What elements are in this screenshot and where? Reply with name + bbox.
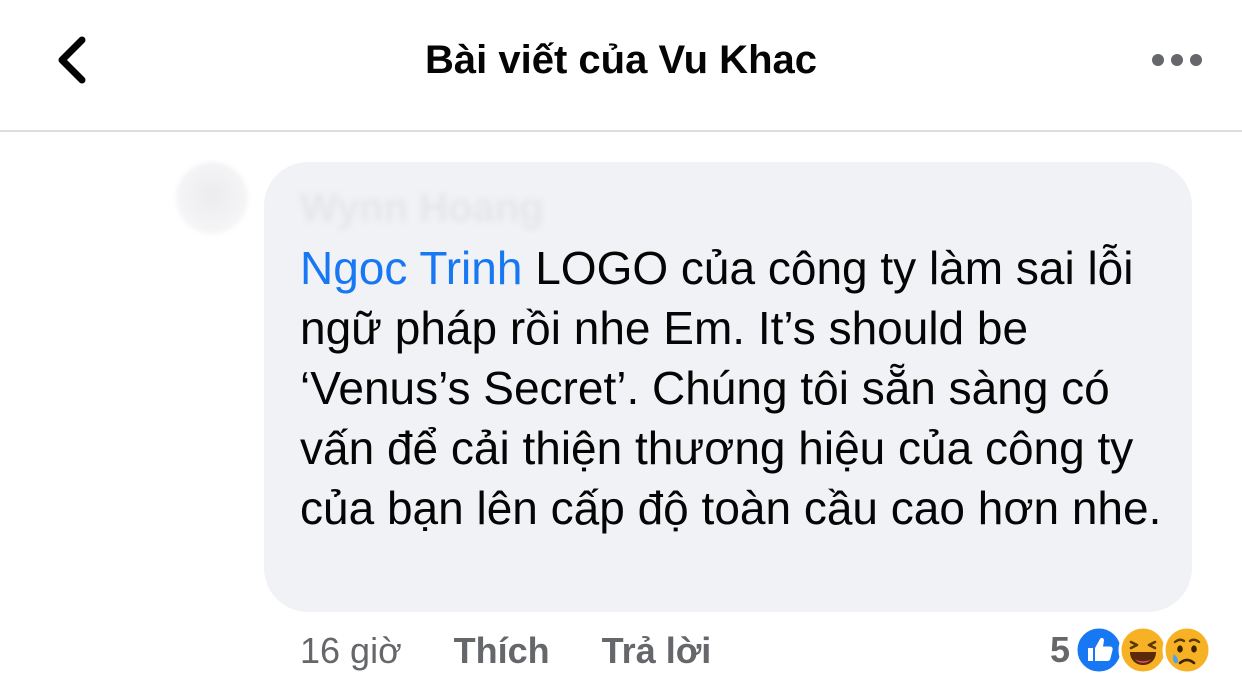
comment-author-name[interactable]: Wynn Hoang bbox=[300, 186, 544, 231]
comment-action-bar: 16 giờ Thích Trả lời bbox=[300, 626, 763, 676]
header-bar: Bài viết của Vu Khac bbox=[0, 0, 1242, 132]
comment-text: Ngoc Trinh LOGO của công ty làm sai lỗi … bbox=[300, 238, 1180, 538]
reply-button[interactable]: Trả lời bbox=[602, 630, 712, 672]
avatar[interactable] bbox=[176, 162, 248, 234]
reactions-summary[interactable]: 5 bbox=[1050, 622, 1212, 678]
sad-icon bbox=[1162, 625, 1212, 675]
haha-icon bbox=[1118, 625, 1168, 675]
comment-timestamp[interactable]: 16 giờ bbox=[300, 630, 402, 672]
more-horizontal-icon bbox=[1152, 54, 1202, 66]
more-options-button[interactable] bbox=[1142, 40, 1212, 80]
mention-link[interactable]: Ngoc Trinh bbox=[300, 242, 522, 294]
page-title: Bài viết của Vu Khac bbox=[425, 38, 817, 82]
like-button[interactable]: Thích bbox=[454, 630, 550, 672]
like-icon bbox=[1074, 625, 1124, 675]
reaction-count: 5 bbox=[1049, 629, 1070, 670]
